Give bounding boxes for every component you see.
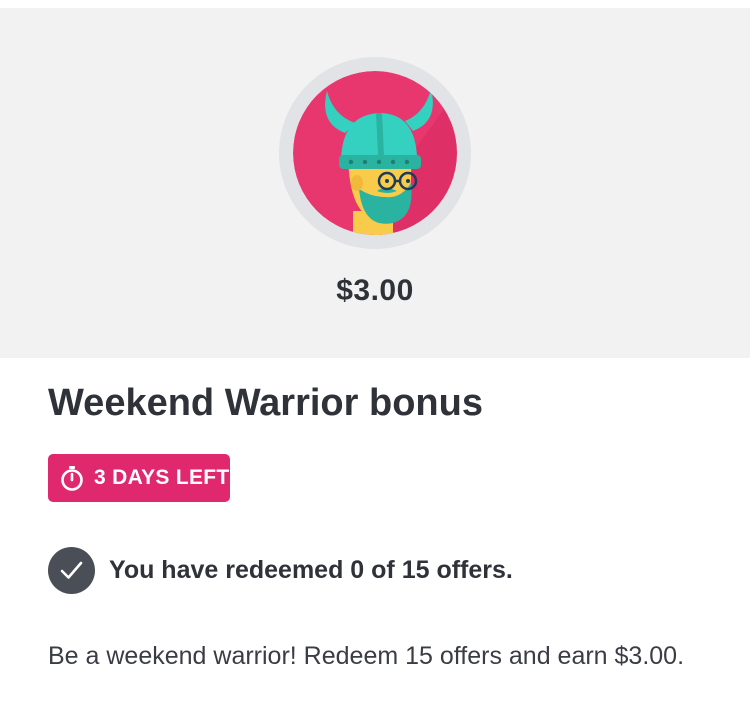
time-left-badge: 3 DAYS LEFT [48, 454, 230, 502]
stopwatch-icon [60, 465, 84, 491]
bonus-description: Be a weekend warrior! Redeem 15 offers a… [48, 642, 685, 670]
viking-warrior-avatar-icon [293, 71, 457, 235]
bonus-hero: $3.00 [0, 8, 750, 358]
redeem-progress: You have redeemed 0 of 15 offers. [48, 546, 513, 594]
time-left-label: 3 DAYS LEFT [94, 466, 230, 489]
bonus-badge [279, 57, 471, 249]
check-circle-icon [48, 546, 95, 594]
bonus-amount: $3.00 [336, 274, 414, 307]
bonus-title: Weekend Warrior bonus [48, 382, 483, 424]
redeem-progress-text: You have redeemed 0 of 15 offers. [109, 555, 513, 584]
